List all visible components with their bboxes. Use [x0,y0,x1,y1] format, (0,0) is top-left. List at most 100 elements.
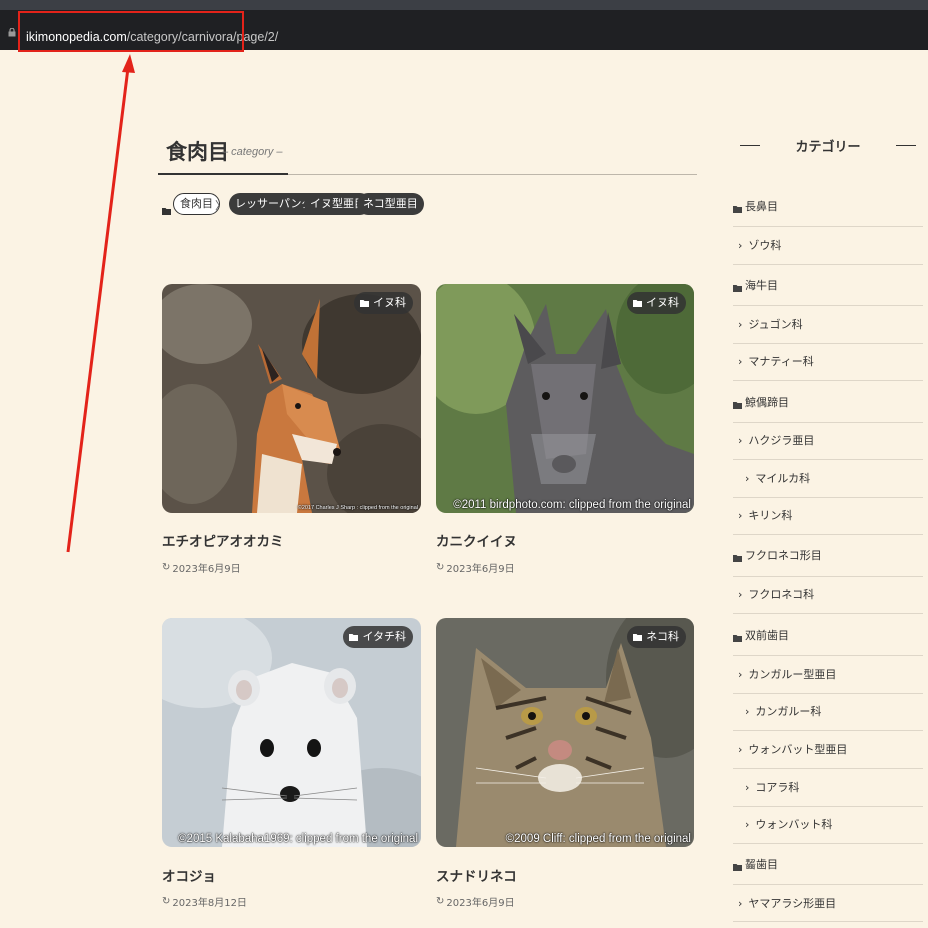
photo-credit: ©2017 Charles J Sharp : clipped from the… [297,505,418,511]
chevron-right-icon: › [738,318,743,331]
sidebar-category-label: ヤマアラシ形亜目 [748,897,837,910]
sidebar-heading: カテゴリー [740,136,916,155]
sidebar-divider [733,613,923,614]
chevron-right-icon: › [738,743,743,756]
sidebar-category-item[interactable]: › ハクジラ亜目 [733,432,923,448]
post-title[interactable]: エチオピアオオカミ [162,530,284,550]
sidebar-divider [733,380,923,381]
folder-icon [633,299,642,307]
sidebar-category-item[interactable]: 長鼻目 [733,198,923,214]
cat-photo [436,618,694,847]
post-thumbnail-stoat[interactable]: イタチ科 ©2015 Kalabaha1969: clipped from th… [162,618,421,847]
sidebar-category-item[interactable]: › ウォンバット型亜目 [733,741,923,757]
sidebar-category-label: コアラ科 [755,781,800,794]
sidebar-category-item[interactable]: フクロネコ形目 [733,547,923,563]
sidebar-category-item[interactable]: › ジュゴン科 [733,316,923,332]
sidebar-category-label: 海牛目 [745,279,778,292]
category-badge[interactable]: イタチ科 [343,626,413,648]
heading-rule-right [896,145,916,146]
refresh-icon: ↻ [162,896,171,907]
sidebar-category-item[interactable]: › フクロネコ科 [733,586,923,602]
breadcrumb-separator: 〉 [215,199,226,212]
sidebar-category-item[interactable]: › マイルカ科 [733,470,923,486]
chevron-right-icon: › [738,668,743,681]
sidebar-divider [733,768,923,769]
sidebar-category-label: マイルカ科 [755,472,811,485]
sidebar-divider [733,576,923,577]
folder-icon [360,299,369,307]
sidebar-divider [733,226,923,227]
sidebar-category-item[interactable]: 海牛目 [733,277,923,293]
refresh-icon: ↻ [162,562,171,573]
sidebar-category-label: フクロネコ形目 [745,549,822,562]
category-badge[interactable]: ネコ科 [627,626,686,648]
sidebar-divider [733,843,923,844]
post-title[interactable]: スナドリネコ [436,865,517,885]
sidebar-category-label: マナティー科 [748,355,814,368]
sidebar-divider [733,806,923,807]
sidebar-category-label: キリン科 [748,509,793,522]
folder-icon [733,861,742,871]
photo-credit: ©2015 Kalabaha1969: clipped from the ori… [178,833,418,845]
fox-photo [436,284,694,513]
folder-icon [733,203,742,213]
page-title: 食肉目 [166,140,229,164]
post-date: ↻ 2023年6月9日 [162,562,241,575]
sidebar-divider [733,343,923,344]
sidebar-category-item[interactable]: › ウォンバット科 [733,816,923,832]
lock-icon[interactable] [8,28,16,37]
sidebar-category-item[interactable]: › カンガルー科 [733,703,923,719]
photo-credit: ©2011 birdphoto.com: clipped from the or… [453,499,691,511]
sidebar-divider [733,730,923,731]
sidebar-divider [733,497,923,498]
sidebar-category-label: 双前歯目 [745,629,789,642]
sidebar-category-item[interactable]: 鯨偶蹄目 [733,394,923,410]
sidebar-divider [733,693,923,694]
sidebar-category-label: ハクジラ亜目 [748,434,815,447]
page-subtitle: – category – [222,146,283,158]
category-badge[interactable]: イヌ科 [354,292,413,314]
breadcrumb-current[interactable]: 食肉目 [173,193,220,215]
sidebar-divider [733,534,923,535]
sidebar-divider [733,655,923,656]
sidebar-category-label: カンガルー型亜目 [748,668,837,681]
chevron-right-icon: › [738,588,743,601]
sidebar-divider [733,921,923,922]
browser-tab-strip [0,0,928,10]
sidebar-category-item[interactable]: › コアラ科 [733,779,923,795]
sidebar-divider [733,264,923,265]
title-underline [158,173,288,175]
sidebar-category-item[interactable]: 双前歯目 [733,627,923,643]
sidebar-category-label: ウォンバット科 [755,818,833,831]
category-badge[interactable]: イヌ科 [627,292,686,314]
chevron-right-icon: › [745,818,750,831]
sidebar-category-item[interactable]: › マナティー科 [733,353,923,369]
post-thumbnail-crab-eating-fox[interactable]: イヌ科 ©2011 birdphoto.com: clipped from th… [436,284,694,513]
sidebar-category-label: ゾウ科 [748,239,782,252]
chevron-right-icon: › [738,897,743,910]
sidebar-category-item[interactable]: › ヤマアラシ形亜目 [733,895,923,911]
folder-icon [733,632,742,642]
chevron-right-icon: › [738,355,743,368]
sidebar-category-item[interactable]: › キリン科 [733,507,923,523]
sidebar-category-label: 鯨偶蹄目 [745,396,789,409]
url-annotation-box [18,11,244,52]
post-thumbnail-ethiopian-wolf[interactable]: イヌ科 ©2017 Charles J Sharp : clipped from… [162,284,421,513]
sidebar-category-label: フクロネコ科 [748,588,815,601]
chevron-right-icon: › [738,239,743,252]
chevron-right-icon: › [745,705,750,718]
sidebar-category-label: 長鼻目 [745,200,778,213]
sidebar-divider [733,459,923,460]
sidebar-category-item[interactable]: › ゾウ科 [733,237,923,253]
sidebar-category-item[interactable]: › カンガルー型亜目 [733,666,923,682]
post-title[interactable]: カニクイイヌ [436,530,517,550]
sidebar-divider [733,422,923,423]
sidebar-divider [733,884,923,885]
post-date: ↻ 2023年8月12日 [162,896,247,909]
post-title[interactable]: オコジョ [162,865,216,885]
sidebar-category-item[interactable]: 齧歯目 [733,856,923,872]
post-thumbnail-fishing-cat[interactable]: ネコ科 ©2009 Cliff: clipped from the origin… [436,618,694,847]
stoat-photo [162,618,421,847]
child-category-feliformia[interactable]: ネコ型亜目 [357,193,424,215]
folder-icon [733,282,742,292]
